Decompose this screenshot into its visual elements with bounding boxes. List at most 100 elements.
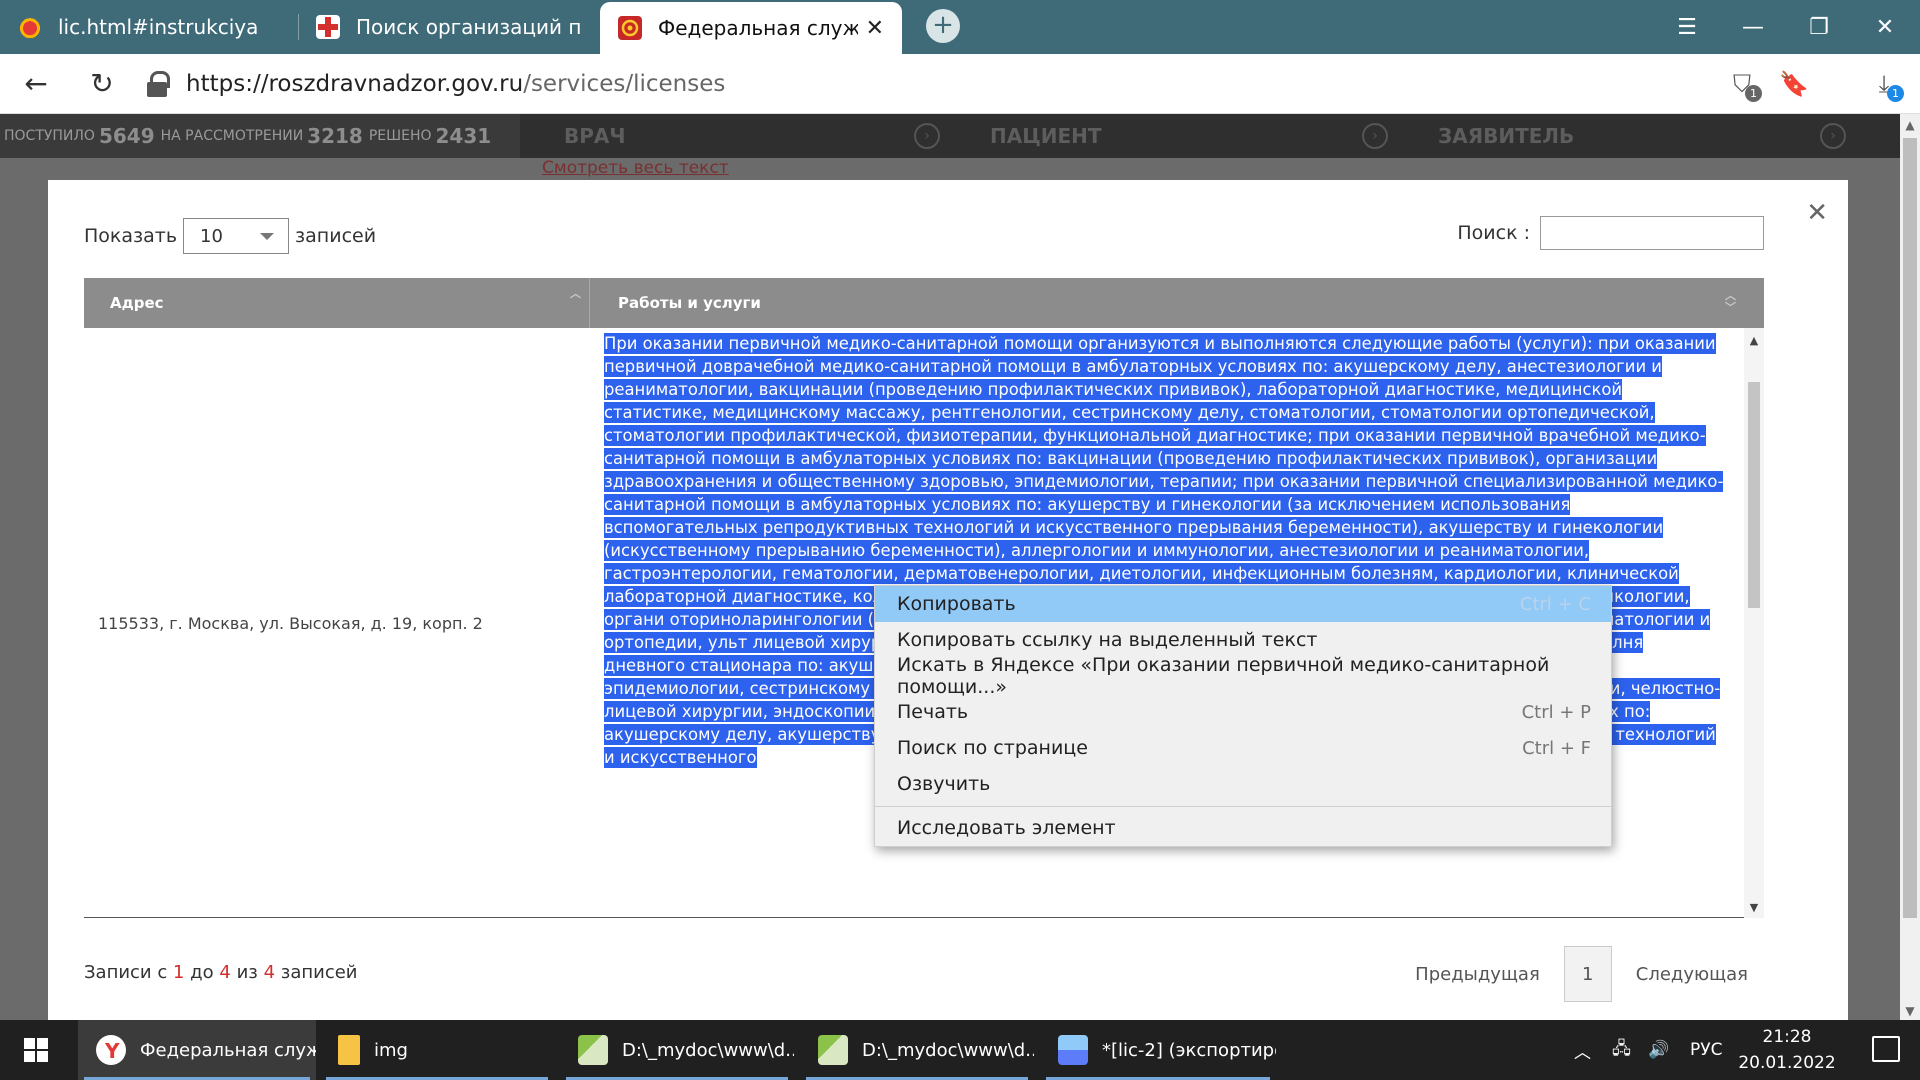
context-menu: Копировать Ctrl + C Копировать ссылку на… xyxy=(874,585,1612,847)
minimize-button[interactable]: — xyxy=(1720,0,1786,54)
taskbar-app-editor-2[interactable]: D:\_mydoc\www\d... xyxy=(800,1020,1034,1080)
tab-title: Федеральная служба п xyxy=(658,16,858,40)
role-applicant[interactable]: ЗАЯВИТЕЛЬ xyxy=(1438,114,1574,158)
language-indicator[interactable]: РУС xyxy=(1690,1020,1722,1080)
table-header: Адрес ︿ Работы и услуги ︿ ﹀ xyxy=(84,278,1764,328)
bookmark-icon[interactable]: 🔖 xyxy=(1778,68,1810,100)
lock-icon[interactable] xyxy=(146,71,170,97)
taskbar-app-image-editor[interactable]: *[lic-2] (экспортиро... xyxy=(1040,1020,1276,1080)
prev-page-button[interactable]: Предыдущая xyxy=(1415,964,1540,985)
start-button[interactable] xyxy=(12,1034,60,1066)
table-scrollbar[interactable]: ▲ ▼ xyxy=(1744,328,1764,918)
info-of-label: из xyxy=(236,962,258,983)
info-suffix: записей xyxy=(280,962,358,983)
menu-item-copy[interactable]: Копировать Ctrl + C xyxy=(875,586,1611,622)
info-to-label: до xyxy=(190,962,214,983)
search-input[interactable] xyxy=(1540,216,1764,250)
menu-icon[interactable]: ☰ xyxy=(1654,0,1720,54)
clock[interactable]: 21:28 20.01.2022 xyxy=(1732,1024,1842,1076)
notepad-icon xyxy=(818,1035,848,1065)
page-1-button[interactable]: 1 xyxy=(1563,946,1612,1002)
network-icon[interactable]: 🖧 xyxy=(1612,1020,1631,1080)
taskbar-app-folder[interactable]: img xyxy=(320,1020,554,1080)
chevron-right-icon[interactable]: › xyxy=(914,123,940,149)
pagination: Предыдущая 1 Следующая xyxy=(1415,946,1748,1002)
menu-item-find-in-page[interactable]: Поиск по странице Ctrl + F xyxy=(875,730,1611,766)
counters-strip: ПОСТУПИЛО 5649 НА РАССМОТРЕНИИ 3218 РЕШЕНО… xyxy=(0,114,520,158)
svg-text:Y: Y xyxy=(104,1039,120,1063)
tab-bar: lic.html#instrukciya Поиск организаций п… xyxy=(0,0,1920,54)
restore-button[interactable]: ❐ xyxy=(1786,0,1852,54)
notepad-icon xyxy=(578,1035,608,1065)
taskbar-app-editor-1[interactable]: D:\_mydoc\www\d... xyxy=(560,1020,794,1080)
menu-item-search-yandex[interactable]: Искать в Яндексе «При оказании первичной… xyxy=(875,654,1611,698)
taskbar-app-label: D:\_mydoc\www\d... xyxy=(862,1039,1034,1061)
role-patient[interactable]: ПАЦИЕНТ xyxy=(990,114,1102,158)
menu-item-shortcut: Ctrl + F xyxy=(1522,737,1591,759)
close-window-button[interactable]: ✕ xyxy=(1852,0,1918,54)
role-doctor[interactable]: ВРАЧ xyxy=(564,114,626,158)
tab-search-organizations[interactable]: Поиск организаций по ре xyxy=(298,0,598,54)
sort-both-icon: ︿ ﹀ xyxy=(1725,289,1736,314)
tab-federal-service-active[interactable]: Федеральная служба п ✕ xyxy=(600,2,902,54)
taskbar-app-label: Федеральная служ... xyxy=(140,1039,316,1061)
image-editor-icon xyxy=(1058,1035,1088,1065)
info-prefix: Записи с xyxy=(84,962,168,983)
yandex-browser-icon: Y xyxy=(96,1035,126,1065)
shield-badge: 1 xyxy=(1745,85,1762,102)
red-cross-icon xyxy=(316,15,340,39)
received-label: ПОСТУПИЛО xyxy=(4,128,95,144)
url-field[interactable]: https://roszdravnadzor.gov.ru/services/l… xyxy=(146,66,725,102)
info-from: 1 xyxy=(172,962,185,983)
download-icon[interactable]: ⤓ 1 xyxy=(1868,68,1904,102)
menu-item-label: Копировать ссылку на выделенный текст xyxy=(897,629,1318,651)
column-works[interactable]: Работы и услуги ︿ ﹀ xyxy=(590,278,1764,328)
next-page-button[interactable]: Следующая xyxy=(1636,964,1748,985)
protect-shield-icon[interactable]: ⛉ 1 xyxy=(1726,68,1762,102)
taskbar-app-label: img xyxy=(374,1039,408,1061)
menu-item-label: Искать в Яндексе «При оказании первичной… xyxy=(897,654,1550,698)
menu-item-label: Поиск по странице xyxy=(897,737,1088,759)
sort-asc-icon: ︿ xyxy=(570,287,581,300)
address-cell: 115533, г. Москва, ул. Высокая, д. 19, к… xyxy=(98,613,483,633)
received-count: 5649 xyxy=(98,124,155,148)
reload-icon[interactable]: ↻ xyxy=(84,66,120,102)
table-scroll-thumb[interactable] xyxy=(1748,382,1760,608)
menu-item-copy-link[interactable]: Копировать ссылку на выделенный текст xyxy=(875,622,1611,658)
menu-item-label: Озвучить xyxy=(897,773,991,795)
search-control: Поиск : xyxy=(1457,216,1764,250)
address-bar: ← ↻ https://roszdravnadzor.gov.ru/servic… xyxy=(0,54,1920,114)
volume-icon[interactable]: 🔊 xyxy=(1648,1020,1669,1080)
records-info: Записи с 1 до 4 из 4 записей xyxy=(84,962,358,983)
solved-count: 2431 xyxy=(435,124,492,148)
menu-item-speak[interactable]: Озвучить xyxy=(875,766,1611,802)
scroll-up-icon[interactable]: ▲ xyxy=(1744,334,1764,347)
new-tab-button[interactable]: + xyxy=(926,9,960,43)
page-size-value: 10 xyxy=(200,225,223,247)
scroll-down-icon[interactable]: ▼ xyxy=(1900,1004,1920,1018)
tray-chevron-up-icon[interactable]: ︿ xyxy=(1574,1020,1591,1080)
taskbar-app-browser[interactable]: Y Федеральная служ... xyxy=(78,1020,316,1080)
tab-lic-instrukciya[interactable]: lic.html#instrukciya xyxy=(0,0,298,54)
scroll-thumb[interactable] xyxy=(1903,138,1917,918)
scroll-down-icon[interactable]: ▼ xyxy=(1744,901,1764,914)
url-path: /services/licenses xyxy=(523,71,726,97)
modal-close-icon[interactable]: ✕ xyxy=(1806,198,1828,228)
pending-count: 3218 xyxy=(307,124,363,148)
page-size-select[interactable]: 10 xyxy=(183,218,290,254)
chevron-right-icon[interactable]: › xyxy=(1362,123,1388,149)
close-icon[interactable]: ✕ xyxy=(858,16,884,41)
pending-label: НА РАССМОТРЕНИИ xyxy=(160,128,304,144)
notification-center-icon[interactable] xyxy=(1872,1036,1900,1062)
records-label: записей xyxy=(295,225,377,247)
see-all-link[interactable]: Смотреть весь текст xyxy=(542,158,729,178)
page-scrollbar[interactable]: ▲ ▼ xyxy=(1900,114,1920,1020)
page-size-control: Показать 10 записей xyxy=(84,218,376,254)
chevron-right-icon[interactable]: › xyxy=(1820,123,1846,149)
menu-item-inspect[interactable]: Исследовать элемент xyxy=(875,810,1611,846)
chevron-down-icon xyxy=(260,233,275,240)
menu-item-print[interactable]: Печать Ctrl + P xyxy=(875,694,1611,730)
back-arrow-icon[interactable]: ← xyxy=(18,66,54,102)
column-address[interactable]: Адрес ︿ xyxy=(84,278,590,328)
scroll-up-icon[interactable]: ▲ xyxy=(1900,118,1920,132)
